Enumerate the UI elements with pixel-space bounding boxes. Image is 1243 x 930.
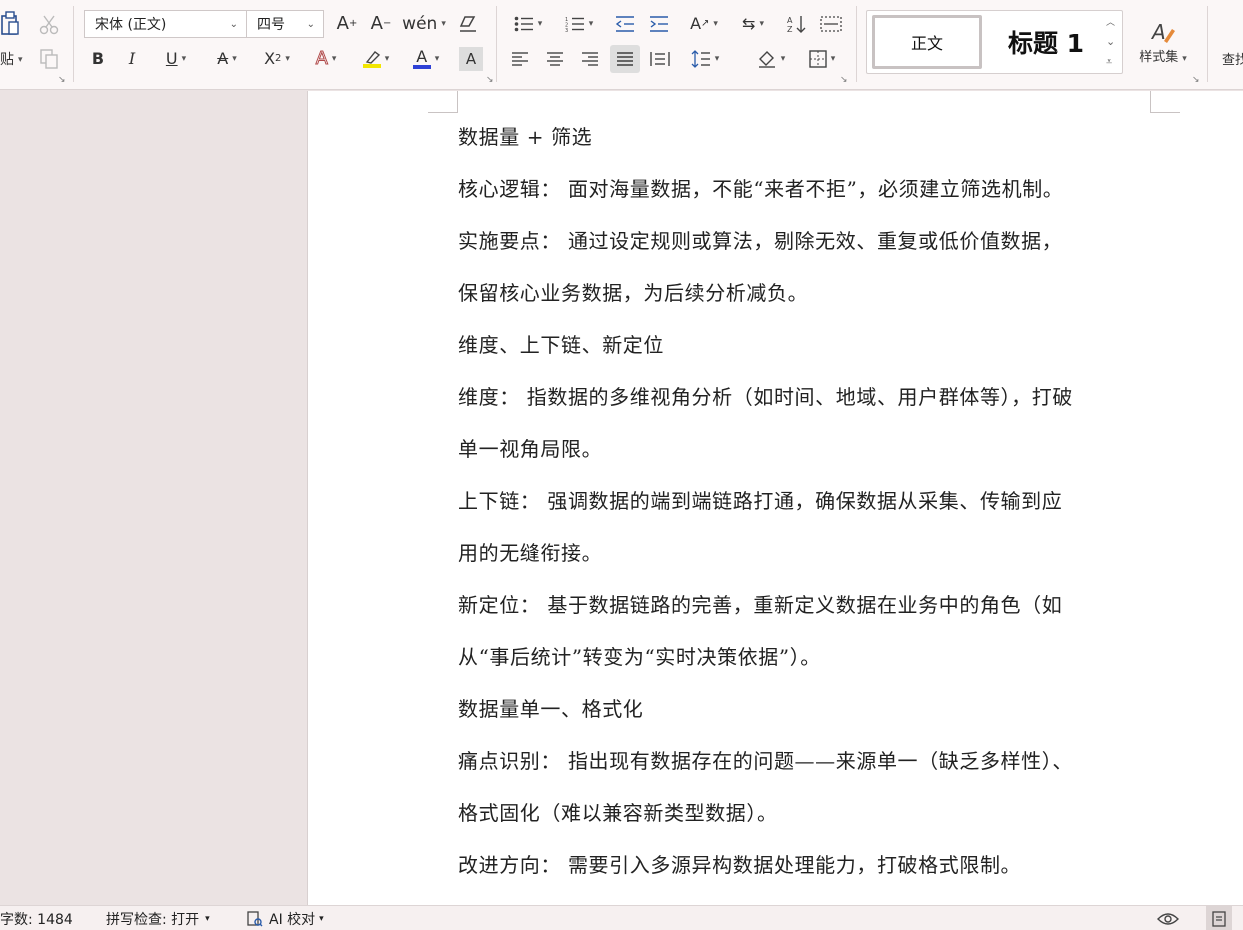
numbering-button[interactable]: 1 2 3 ▾ [560, 12, 598, 36]
chevron-down-icon: ⌄ [306, 18, 315, 30]
chevron-down-icon: ⌄ [229, 18, 238, 30]
paste-button[interactable]: 贴 ▾ [0, 50, 23, 70]
document-body[interactable]: 数据量 + 筛选 核心逻辑： 面对海量数据，不能“来者不拒”，必须建立筛选机制。实… [458, 111, 1158, 891]
document-paragraph[interactable]: 改进方向： 需要引入多源异构数据处理能力，打破格式限制。 [458, 839, 1158, 891]
borders-button[interactable]: ▾ [803, 47, 841, 71]
justify-icon[interactable] [610, 45, 640, 73]
align-center-icon[interactable] [543, 47, 567, 71]
document-paragraph[interactable]: 格式固化（难以兼容新类型数据）。 [458, 787, 1158, 839]
underline-button[interactable]: U ▾ [158, 47, 194, 71]
document-paragraph[interactable]: 从“事后统计”转变为“实时决策依据”）。 [458, 631, 1158, 683]
spell-check-label: 拼写检查: 打开 [106, 911, 200, 928]
chevron-up-icon[interactable]: ︿ [1106, 15, 1115, 28]
document-paragraph[interactable]: 数据量单一、格式化 [458, 683, 1158, 735]
font-name-value: 宋体 (正文) [95, 17, 167, 33]
font-size-value: 四号 [257, 17, 285, 33]
style-heading1-label: 标题 1 [1007, 29, 1085, 58]
increase-indent-icon[interactable] [646, 12, 672, 36]
paste-label: 贴 [0, 52, 14, 68]
document-paragraph[interactable]: 核心逻辑： 面对海量数据，不能“来者不拒”，必须建立筛选机制。 [458, 163, 1158, 215]
phonetic-guide-icon[interactable]: wén ▾ [402, 12, 446, 36]
document-paragraph[interactable]: 实施要点： 通过设定规则或算法，剔除无效、重复或低价值数据， [458, 215, 1158, 267]
decrease-indent-icon[interactable] [612, 12, 638, 36]
status-bar: 字数: 1484 拼写检查: 打开 ▾ AI 校对 ▾ [0, 905, 1243, 930]
svg-text:3: 3 [565, 28, 568, 32]
separator [856, 6, 857, 82]
text-swap-button[interactable]: ⇆ ▾ [735, 12, 771, 36]
font-size-combo[interactable]: 四号 ⌄ [246, 10, 324, 38]
text-effect-button[interactable]: A ▾ [308, 47, 344, 71]
ai-proofread-icon [247, 910, 263, 926]
paste-icon[interactable] [0, 8, 20, 40]
clipboard-launcher-icon[interactable]: ↘ [58, 75, 66, 85]
svg-text:A: A [1150, 20, 1166, 44]
bullets-button[interactable]: ▾ [509, 12, 547, 36]
document-paragraph[interactable]: 保留核心业务数据，为后续分析减负。 [458, 267, 1158, 319]
document-paragraph[interactable]: 维度： 指数据的多维视角分析（如时间、地域、用户群体等），打破 [458, 371, 1158, 423]
highlight-color-button[interactable]: ▾ [357, 45, 395, 73]
strikethrough-button[interactable]: A ▾ [208, 47, 246, 71]
svg-text:A: A [787, 16, 793, 25]
style-set-label: 样式集 [1139, 49, 1179, 65]
style-set-icon: A [1150, 20, 1175, 44]
font-name-combo[interactable]: 宋体 (正文) ⌄ [84, 10, 247, 38]
svg-text:Z: Z [787, 25, 793, 33]
align-right-icon[interactable] [578, 47, 602, 71]
crop-mark-left [428, 91, 458, 113]
document-paragraph[interactable]: 维度、上下链、新定位 [458, 319, 1158, 371]
ai-proofread-label: AI 校对 [269, 911, 316, 928]
chevron-down-icon[interactable]: ⌄ [1106, 35, 1115, 48]
character-shading-button[interactable]: A [459, 47, 483, 71]
style-normal-button[interactable]: 正文 [872, 15, 982, 69]
separator [73, 6, 74, 82]
distributed-icon[interactable] [648, 47, 672, 71]
shrink-font-icon[interactable]: A − [368, 12, 394, 36]
italic-button[interactable]: I [121, 47, 143, 71]
paragraph-launcher-icon[interactable]: ↘ [840, 75, 848, 85]
highlighter-icon [362, 50, 381, 68]
superscript-button[interactable]: X 2 ▾ [258, 47, 296, 71]
align-left-icon[interactable] [508, 47, 532, 71]
document-paragraph[interactable]: 新定位： 基于数据链路的完善，重新定义数据在业务中的角色（如 [458, 579, 1158, 631]
separator [1207, 6, 1208, 82]
crop-mark-right [1150, 91, 1180, 113]
document-paragraph[interactable]: 痛点识别： 指出现有数据存在的问题——来源单一（缺乏多样性）、 [458, 735, 1158, 787]
page-view-icon[interactable] [1206, 906, 1232, 930]
spell-check-toggle[interactable]: 拼写检查: 打开 ▾ [106, 906, 210, 930]
cut-icon[interactable] [36, 12, 62, 38]
shading-button[interactable]: ▾ [752, 47, 790, 71]
style-normal-label: 正文 [910, 34, 943, 53]
style-set-button[interactable]: A 样式集 ▾ [1131, 10, 1195, 72]
font-color-icon: A [412, 49, 431, 69]
copy-icon[interactable] [36, 46, 62, 72]
document-paragraph[interactable]: 单一视角局限。 [458, 423, 1158, 475]
grow-font-icon[interactable]: A + [334, 12, 360, 36]
gallery-more-icon[interactable]: ⩡ [1106, 55, 1112, 69]
bold-button[interactable]: B [87, 47, 109, 71]
find-button[interactable]: 查找 [1222, 50, 1243, 70]
document-paragraph[interactable]: 用的无缝衔接。 [458, 527, 1158, 579]
word-count[interactable]: 字数: 1484 [0, 906, 73, 930]
document-paragraph[interactable]: 上下链： 强调数据的端到端链路打通，确保数据从采集、传输到应 [458, 475, 1158, 527]
text-direction-button[interactable]: A ↗ ▾ [685, 12, 723, 36]
separator [496, 6, 497, 82]
style-heading1-button[interactable]: 标题 1 [991, 17, 1101, 67]
sort-icon[interactable]: AZ [784, 12, 810, 36]
show-marks-icon[interactable] [818, 12, 844, 36]
document-paragraph[interactable]: 数据量 + 筛选 [458, 111, 1158, 163]
font-launcher-icon[interactable]: ↘ [486, 75, 494, 85]
ai-proofread-button[interactable]: AI 校对 ▾ [247, 906, 324, 930]
workspace-background [0, 91, 307, 905]
styles-gallery: 正文 标题 1 ︿ ⌄ ⩡ [866, 10, 1123, 74]
ribbon-toolbar: 贴 ▾ ↘ 宋体 (正文) ⌄ 四号 ⌄ A + A − wén ▾ B I U ▾ A ▾ X… [0, 0, 1243, 90]
document-page[interactable]: 数据量 + 筛选 核心逻辑： 面对海量数据，不能“来者不拒”，必须建立筛选机制。实… [307, 91, 1243, 905]
styles-launcher-icon[interactable]: ↘ [1192, 75, 1200, 85]
reading-mode-icon[interactable] [1157, 906, 1179, 930]
line-spacing-button[interactable]: ▾ [686, 47, 724, 71]
word-count-label: 字数: 1484 [0, 911, 73, 928]
clear-format-icon[interactable] [455, 11, 481, 37]
find-label: 查找 [1222, 52, 1243, 68]
font-color-button[interactable]: A ▾ [407, 45, 445, 73]
